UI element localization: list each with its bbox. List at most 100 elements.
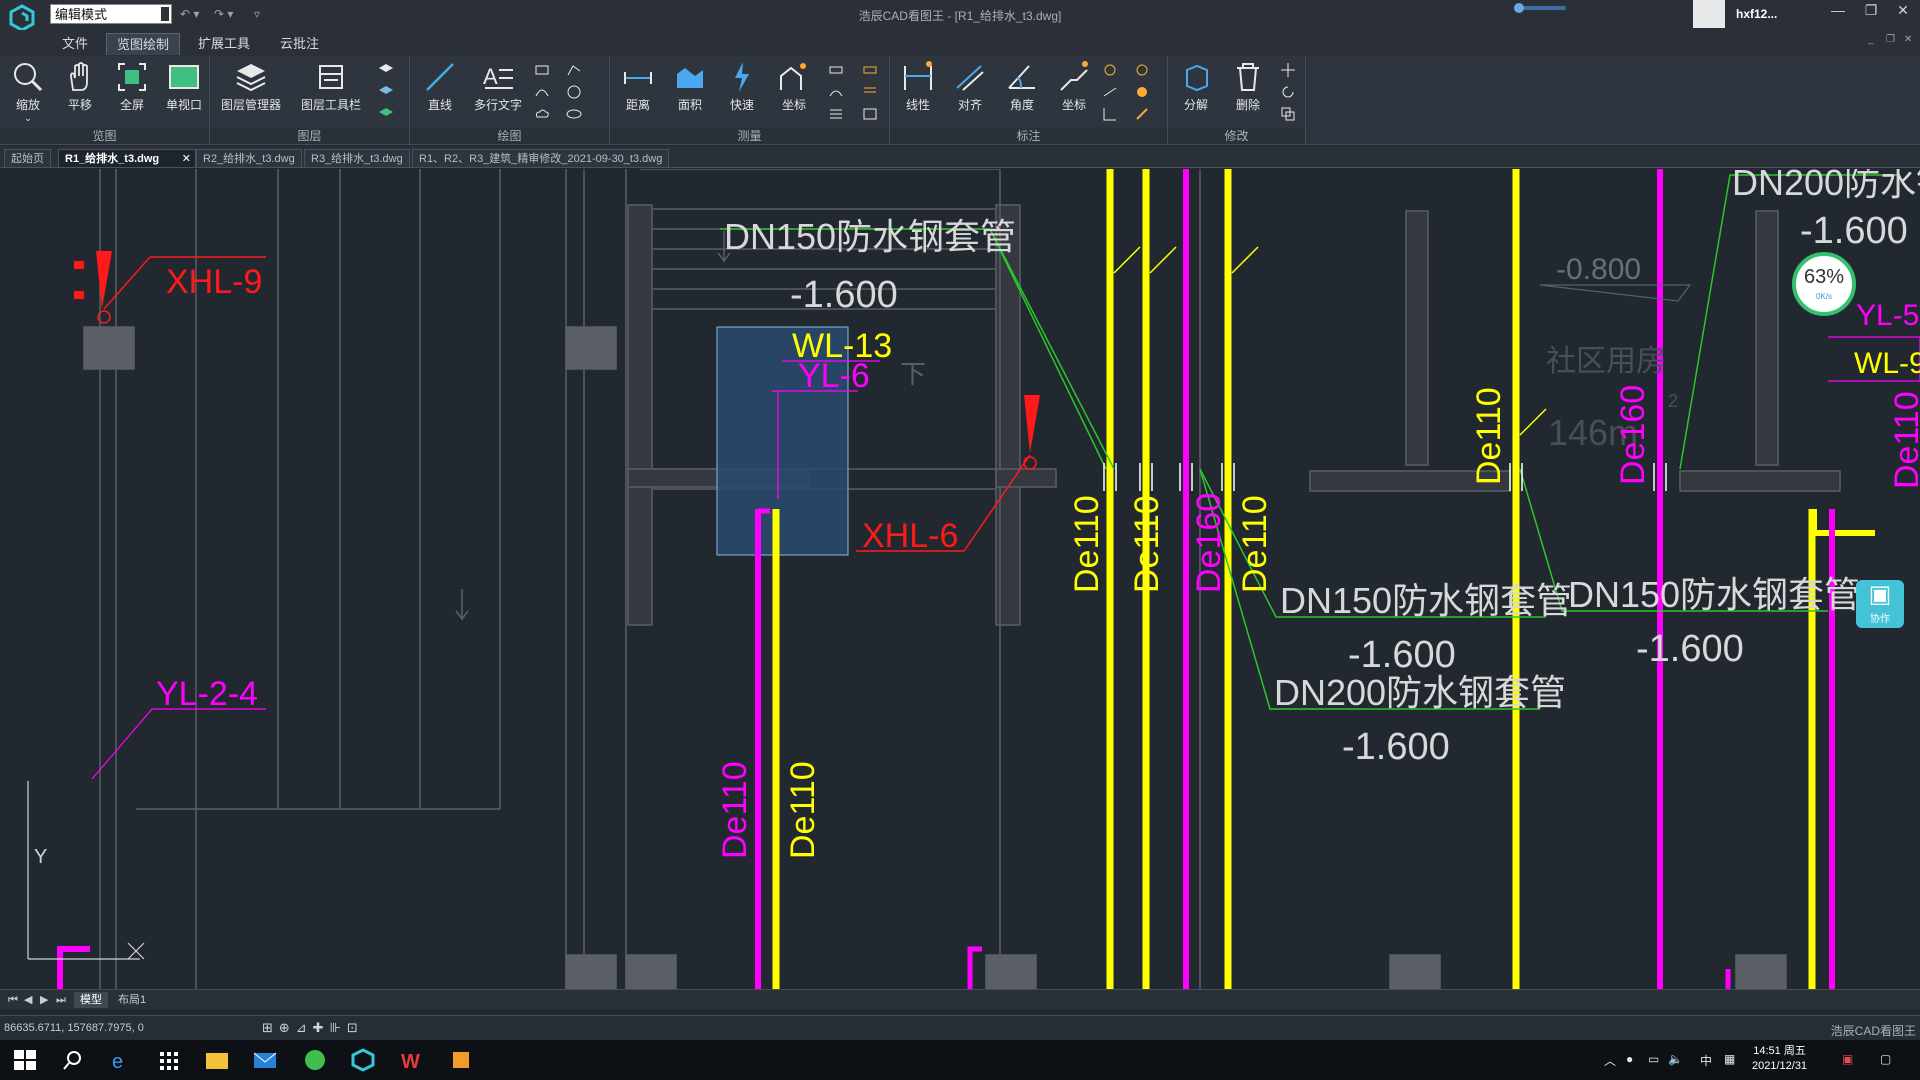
measure-total-icon[interactable]: [862, 84, 878, 100]
avatar[interactable]: [1693, 0, 1725, 28]
aligned-dim-button[interactable]: 对齐: [944, 60, 996, 113]
layer-state-icon[interactable]: [378, 62, 394, 78]
area-button[interactable]: 面积: [664, 60, 716, 113]
restore-button[interactable]: ❐: [1856, 2, 1886, 19]
annotate-pen-icon[interactable]: [1134, 106, 1150, 122]
dimension-arrow-icon[interactable]: [1102, 106, 1118, 122]
speed-badge[interactable]: 63% 0K/s: [1792, 252, 1856, 316]
ucs-axis-icon: [27, 781, 145, 960]
arc-icon[interactable]: [534, 84, 550, 100]
angle-dim-button[interactable]: 角度: [996, 60, 1048, 113]
notification-badge-icon[interactable]: ▣: [1842, 1052, 1853, 1066]
distance-button[interactable]: 距离: [612, 60, 664, 113]
doc-tab-r2[interactable]: R2_给排水_t3.dwg: [196, 149, 302, 167]
menu-file[interactable]: 文件: [52, 33, 98, 55]
tray-app-icon[interactable]: ●: [1626, 1052, 1633, 1066]
gstarcad-icon[interactable]: [350, 1048, 376, 1072]
mdi-close-button[interactable]: ✕: [1904, 34, 1912, 45]
mtext-button[interactable]: A 多行文字: [468, 60, 528, 113]
snap-toggles[interactable]: ⊞⊕⊿✚⊪⊡: [262, 1020, 364, 1036]
layer-lock-icon[interactable]: [378, 106, 394, 122]
tab-model[interactable]: 模型: [74, 992, 108, 1008]
mdi-minimize-button[interactable]: _: [1868, 34, 1874, 45]
measure-list-icon[interactable]: [828, 106, 844, 122]
quick-measure-button[interactable]: 快速: [716, 60, 768, 113]
zoom-button[interactable]: 缩放 ⌄: [2, 60, 54, 124]
coordinate-measure-button[interactable]: 坐标: [768, 60, 820, 113]
line-button[interactable]: 直线: [414, 60, 466, 113]
minimize-button[interactable]: —: [1823, 2, 1853, 18]
network-icon[interactable]: ▭: [1648, 1052, 1659, 1066]
drawing-canvas[interactable]: XHL-9 XHL-6 WL-13 YL-6 YL-2-4 下 DN150防水钢…: [0, 169, 1920, 989]
apps-grid-icon[interactable]: [156, 1048, 182, 1072]
measure-arc-icon[interactable]: [828, 84, 844, 100]
collab-button[interactable]: ▣ 协作: [1856, 580, 1904, 628]
polyline-icon[interactable]: [566, 62, 582, 78]
magnifier-icon: [14, 63, 43, 92]
annotate-color-icon[interactable]: [1134, 62, 1150, 78]
coordinate-dim-button[interactable]: 坐标: [1048, 60, 1100, 113]
search-icon[interactable]: [60, 1048, 86, 1072]
doc-tab-r3[interactable]: R3_给排水_t3.dwg: [304, 149, 410, 167]
browser-360-icon[interactable]: [302, 1048, 328, 1072]
close-button[interactable]: ✕: [1888, 2, 1918, 19]
doc-tab-arch[interactable]: R1、R2、R3_建筑_精审修改_2021-09-30_t3.dwg: [412, 149, 670, 167]
copy-icon[interactable]: [1280, 106, 1296, 122]
coordinate-readout: 86635.6711, 157687.7975, 0: [4, 1022, 144, 1034]
clock[interactable]: 14:51 周五 2021/12/31: [1752, 1044, 1807, 1074]
layer-freeze-icon[interactable]: [378, 84, 394, 100]
wps-icon[interactable]: W: [400, 1048, 426, 1072]
last-layout-icon[interactable]: ⏭: [50, 992, 72, 1008]
measure-table-icon[interactable]: [862, 106, 878, 122]
menu-view-draw[interactable]: 览图绘制: [106, 33, 181, 55]
measure-tool-icon[interactable]: [828, 62, 844, 78]
single-viewport-button[interactable]: 单视口: [158, 60, 210, 113]
keyboard-icon[interactable]: ▦: [1724, 1052, 1735, 1066]
label-de110-c: De110: [1068, 495, 1106, 593]
rotate-icon[interactable]: [1280, 84, 1296, 100]
tray-overflow-icon[interactable]: ︿: [1604, 1052, 1616, 1069]
folder-icon[interactable]: [204, 1048, 230, 1072]
ie-browser-icon[interactable]: e: [110, 1048, 136, 1072]
cad-drawing[interactable]: XHL-9 XHL-6 WL-13 YL-6 YL-2-4 下 DN150防水钢…: [0, 169, 1920, 989]
label-el-080: -0.800: [1556, 253, 1641, 286]
mdi-restore-button[interactable]: ❐: [1886, 34, 1895, 45]
group-label-measure: 测量: [610, 128, 889, 144]
transfer-slider[interactable]: [1514, 3, 1566, 13]
zoom-label: 缩放: [15, 98, 40, 112]
ime-indicator[interactable]: 中: [1700, 1052, 1712, 1069]
fullscreen-button[interactable]: 全屏: [106, 60, 158, 113]
action-center-icon[interactable]: ▢: [1880, 1052, 1891, 1066]
app-icon[interactable]: [448, 1048, 474, 1072]
delete-button[interactable]: 删除: [1222, 60, 1274, 113]
leader-icon[interactable]: [1102, 62, 1118, 78]
status-bar: 86635.6711, 157687.7975, 0 ⊞⊕⊿✚⊪⊡ 浩辰CAD看…: [0, 1015, 1920, 1040]
doc-tab-r1[interactable]: R1_给排水_t3.dwg ✕: [58, 149, 196, 167]
user-name[interactable]: hxf12...: [1736, 7, 1777, 21]
cloud-icon[interactable]: [534, 106, 550, 122]
close-tab-icon[interactable]: ✕: [182, 150, 191, 168]
windows-start-icon[interactable]: [12, 1048, 38, 1072]
menu-extend-tools[interactable]: 扩展工具: [188, 33, 260, 55]
annotate-style-icon[interactable]: [1134, 84, 1150, 100]
tab-layout1[interactable]: 布局1: [112, 992, 152, 1008]
volume-icon[interactable]: 🔈: [1668, 1052, 1683, 1066]
menu-bar: 文件 览图绘制 扩展工具 云批注: [0, 30, 1920, 56]
rectangle-icon[interactable]: [534, 62, 550, 78]
layer-manager-button[interactable]: 图层管理器: [216, 60, 286, 113]
layer-toolbar-button[interactable]: 图层工具栏: [296, 60, 366, 113]
measure-highlight-icon[interactable]: [862, 62, 878, 78]
circle-icon[interactable]: [566, 84, 582, 100]
linear-dim-button[interactable]: 线性: [892, 60, 944, 113]
explode-button[interactable]: 分解: [1170, 60, 1222, 113]
mail-icon[interactable]: [252, 1048, 278, 1072]
doc-tab-start[interactable]: 起始页: [4, 149, 51, 167]
pan-button[interactable]: 平移: [54, 60, 106, 113]
move-icon[interactable]: [1280, 62, 1296, 78]
dimension-edit-icon[interactable]: [1102, 84, 1118, 100]
group-modify: 分解 删除 修改: [1168, 56, 1306, 145]
svg-text:W: W: [401, 1051, 420, 1072]
ellipse-icon[interactable]: [566, 106, 582, 122]
ucs-y-label: Y: [34, 846, 47, 868]
menu-cloud-annotate[interactable]: 云批注: [270, 33, 329, 55]
